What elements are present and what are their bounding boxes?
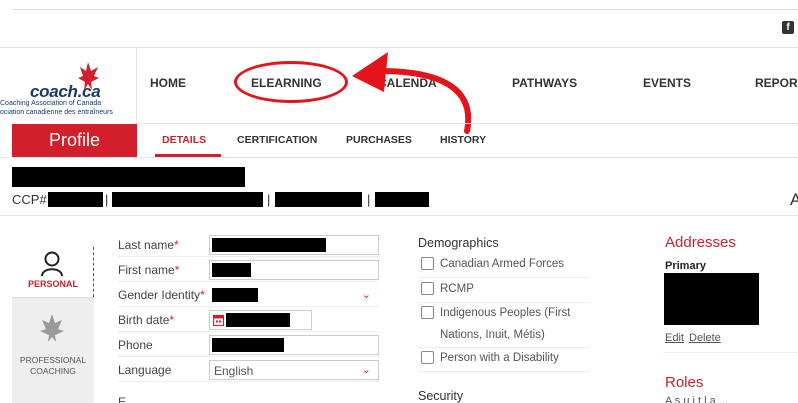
separator: | — [267, 192, 271, 207]
edit-address-link[interactable]: Edit — [665, 332, 684, 344]
row-divider — [118, 281, 379, 282]
annotation-circle — [234, 61, 348, 103]
separator: | — [367, 192, 371, 207]
row-divider — [418, 302, 590, 303]
birth-date-field[interactable] — [209, 310, 312, 330]
facebook-icon[interactable]: f — [782, 21, 794, 34]
row-divider — [118, 356, 379, 357]
redacted-address — [664, 273, 759, 325]
ccp-label: CCP# — [12, 192, 47, 207]
nav-events[interactable]: EVENTS — [643, 76, 691, 90]
nav-reports[interactable]: REPOR — [755, 76, 798, 90]
last-name-field[interactable] — [209, 235, 379, 255]
separator: | — [105, 192, 109, 207]
redacted-field — [112, 192, 263, 207]
maple-leaf-icon — [40, 314, 64, 342]
side-tab-personal-label: PERSONAL — [27, 279, 78, 289]
nav-pathways[interactable]: PATHWAYS — [512, 76, 577, 90]
redacted-value — [212, 338, 284, 352]
nav-home[interactable]: HOME — [150, 76, 186, 90]
checkbox-rcmp[interactable] — [421, 282, 434, 295]
checkbox-armed-forces[interactable] — [421, 257, 434, 270]
roles-text: A s u i t l a ... — [665, 395, 728, 403]
side-tab-coaching-label: PROFESSIONAL COACHING — [19, 355, 87, 376]
annotation-arrow — [352, 52, 472, 134]
redacted-value — [212, 238, 326, 252]
tab-certification[interactable]: CERTIFICATION — [237, 134, 317, 146]
demographics-heading: Demographics — [418, 236, 499, 250]
chevron-down-icon: ⌄ — [361, 363, 371, 376]
redacted-value — [212, 263, 251, 277]
disability-label: Person with a Disability — [440, 352, 559, 364]
redacted-value — [226, 313, 290, 327]
language-select[interactable]: English ⌄ — [209, 360, 379, 380]
roles-heading: Roles — [665, 374, 704, 391]
tab-details[interactable]: DETAILS — [162, 134, 206, 146]
checkbox-indigenous[interactable] — [421, 306, 434, 319]
primary-address-label: Primary — [665, 260, 706, 272]
redacted-name — [12, 167, 245, 187]
logo-wordmark[interactable]: coach.ca — [30, 82, 101, 102]
row-divider — [118, 381, 379, 382]
first-name-label: First name* — [118, 263, 180, 277]
birth-date-label: Birth date* — [118, 313, 175, 327]
checkbox-disability[interactable] — [421, 351, 434, 364]
tab-history[interactable]: HISTORY — [440, 134, 486, 146]
rcmp-label: RCMP — [440, 283, 474, 295]
delete-address-link[interactable]: Delete — [689, 332, 721, 344]
redacted-value — [212, 288, 258, 302]
gender-label: Gender Identity* — [118, 288, 205, 302]
row-divider — [118, 306, 379, 307]
header-right-text: A — [790, 190, 798, 209]
phone-label: Phone — [118, 338, 153, 352]
gender-select[interactable]: ⌄ — [209, 285, 379, 305]
row-divider — [663, 352, 798, 353]
language-label: Language — [118, 363, 172, 377]
redacted-field — [275, 192, 362, 207]
first-name-field[interactable] — [209, 260, 379, 280]
logo-subtitle-en: Coaching Association of Canada — [0, 100, 102, 107]
logo-subtitle-fr: ociation canadienne des entraîneurs — [0, 109, 113, 116]
email-label: E — [118, 395, 127, 403]
calendar-icon[interactable] — [213, 314, 224, 326]
row-divider — [418, 347, 590, 348]
row-divider — [118, 331, 379, 332]
redacted-ccp-number — [48, 192, 103, 207]
person-icon — [41, 251, 63, 277]
last-name-label: Last name* — [118, 238, 179, 252]
language-value: English — [214, 364, 254, 378]
header-divider — [0, 215, 798, 216]
subnav-top-line — [136, 123, 798, 124]
phone-field[interactable] — [209, 335, 379, 355]
security-heading: Security — [418, 389, 464, 403]
indigenous-label: Indigenous Peoples (First — [440, 307, 571, 319]
addresses-heading: Addresses — [665, 234, 736, 251]
subnav-bottom-line — [0, 157, 798, 158]
tab-purchases[interactable]: PURCHASES — [346, 134, 412, 146]
redacted-field — [375, 192, 429, 207]
row-divider — [418, 277, 590, 278]
row-divider — [418, 371, 590, 372]
row-divider — [118, 256, 379, 257]
armed-forces-label: Canadian Armed Forces — [440, 258, 565, 270]
logo-divider — [136, 47, 137, 123]
profile-section-title: Profile — [12, 124, 137, 157]
chevron-down-icon: ⌄ — [361, 288, 371, 301]
indigenous-label-cont: Nations, Inuit, Métis) — [440, 329, 545, 341]
